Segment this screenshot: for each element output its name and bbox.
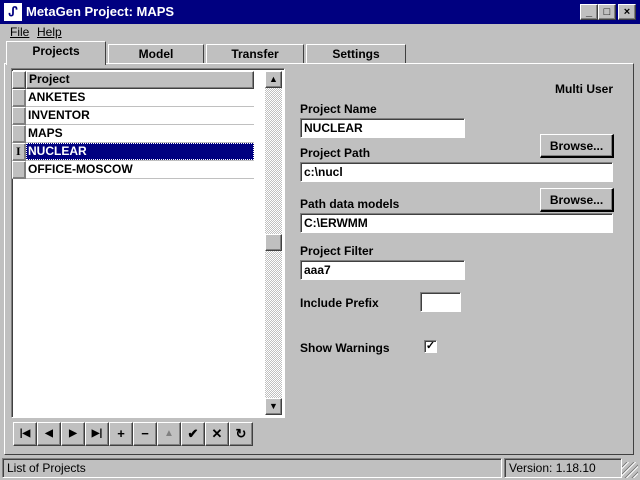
include-prefix-label: Include Prefix: [300, 296, 379, 310]
project-path-field[interactable]: c:\nucl: [300, 162, 613, 182]
project-cell: ANKETES: [28, 90, 86, 104]
tab-projects[interactable]: Projects: [6, 41, 106, 65]
menu-help[interactable]: Help: [35, 25, 64, 39]
scroll-thumb[interactable]: [265, 234, 282, 251]
project-name-label: Project Name: [300, 102, 377, 116]
project-filter-label: Project Filter: [300, 244, 374, 258]
close-button[interactable]: ×: [618, 4, 636, 20]
multi-user-label: Multi User: [555, 82, 614, 96]
projects-grid[interactable]: Project ANKETES INVENTOR MAPS I NUCLEAR …: [11, 68, 285, 418]
project-filter-field[interactable]: aaa7: [300, 260, 465, 280]
scroll-up-button[interactable]: ▲: [265, 71, 282, 88]
row-edit-marker: I: [16, 144, 21, 158]
grid-column-header[interactable]: Project: [26, 71, 254, 89]
record-navigator: |◀ ◀ ▶ ▶| + − ▲ ✔ ✕ ↻: [11, 420, 255, 448]
table-row[interactable]: OFFICE-MOSCOW: [12, 161, 254, 179]
browse-models-button[interactable]: Browse...: [540, 188, 614, 212]
show-warnings-checkbox[interactable]: ✓: [424, 340, 437, 353]
project-name-field[interactable]: NUCLEAR: [300, 118, 465, 138]
nav-prior-button[interactable]: ◀: [37, 422, 61, 446]
menu-file[interactable]: File: [8, 25, 31, 39]
version-text: Version: 1.18.10: [504, 458, 622, 478]
table-row[interactable]: INVENTOR: [12, 107, 254, 125]
tab-settings[interactable]: Settings: [306, 44, 406, 64]
project-cell: MAPS: [28, 126, 63, 140]
row-indicator: I: [12, 143, 26, 161]
path-data-models-field[interactable]: C:\ERWMM: [300, 213, 613, 233]
tab-transfer[interactable]: Transfer: [206, 44, 304, 64]
scroll-down-button[interactable]: ▼: [265, 398, 282, 415]
nav-cancel-button[interactable]: ✕: [205, 422, 229, 446]
project-details: Multi User Project Name NUCLEAR Browse..…: [292, 68, 626, 452]
maximize-button[interactable]: □: [598, 4, 616, 20]
row-indicator: [12, 107, 26, 125]
title-bar: ᔑ MetaGen Project: MAPS _ □ ×: [0, 0, 640, 24]
browse-path-button[interactable]: Browse...: [540, 134, 614, 158]
nav-edit-button[interactable]: ▲: [157, 422, 181, 446]
project-cell: NUCLEAR: [28, 144, 87, 158]
column-project-label: Project: [29, 72, 70, 86]
include-prefix-field[interactable]: [420, 292, 461, 312]
status-text: List of Projects: [2, 458, 502, 478]
show-warnings-label: Show Warnings: [300, 341, 390, 355]
grid-scrollbar[interactable]: ▲ ▼: [265, 71, 282, 415]
project-cell: INVENTOR: [28, 108, 90, 122]
nav-insert-button[interactable]: +: [109, 422, 133, 446]
tab-model[interactable]: Model: [108, 44, 204, 64]
row-indicator: [12, 125, 26, 143]
nav-post-button[interactable]: ✔: [181, 422, 205, 446]
grid-corner: [12, 71, 26, 89]
project-path-label: Project Path: [300, 146, 371, 160]
minimize-button[interactable]: _: [580, 4, 598, 20]
app-logo-icon: ᔑ: [4, 3, 22, 21]
nav-refresh-button[interactable]: ↻: [229, 422, 253, 446]
path-data-models-label: Path data models: [300, 197, 400, 211]
project-cell: OFFICE-MOSCOW: [28, 162, 133, 176]
row-indicator: [12, 89, 26, 107]
nav-next-button[interactable]: ▶: [61, 422, 85, 446]
row-indicator: [12, 161, 26, 179]
resize-grip[interactable]: [622, 462, 638, 478]
table-row-selected[interactable]: I NUCLEAR: [12, 143, 254, 161]
nav-delete-button[interactable]: −: [133, 422, 157, 446]
table-row[interactable]: MAPS: [12, 125, 254, 143]
menu-bar: File Help: [0, 24, 640, 42]
window-title: MetaGen Project: MAPS: [26, 4, 175, 19]
table-row[interactable]: ANKETES: [12, 89, 254, 107]
nav-first-button[interactable]: |◀: [13, 422, 37, 446]
nav-last-button[interactable]: ▶|: [85, 422, 109, 446]
